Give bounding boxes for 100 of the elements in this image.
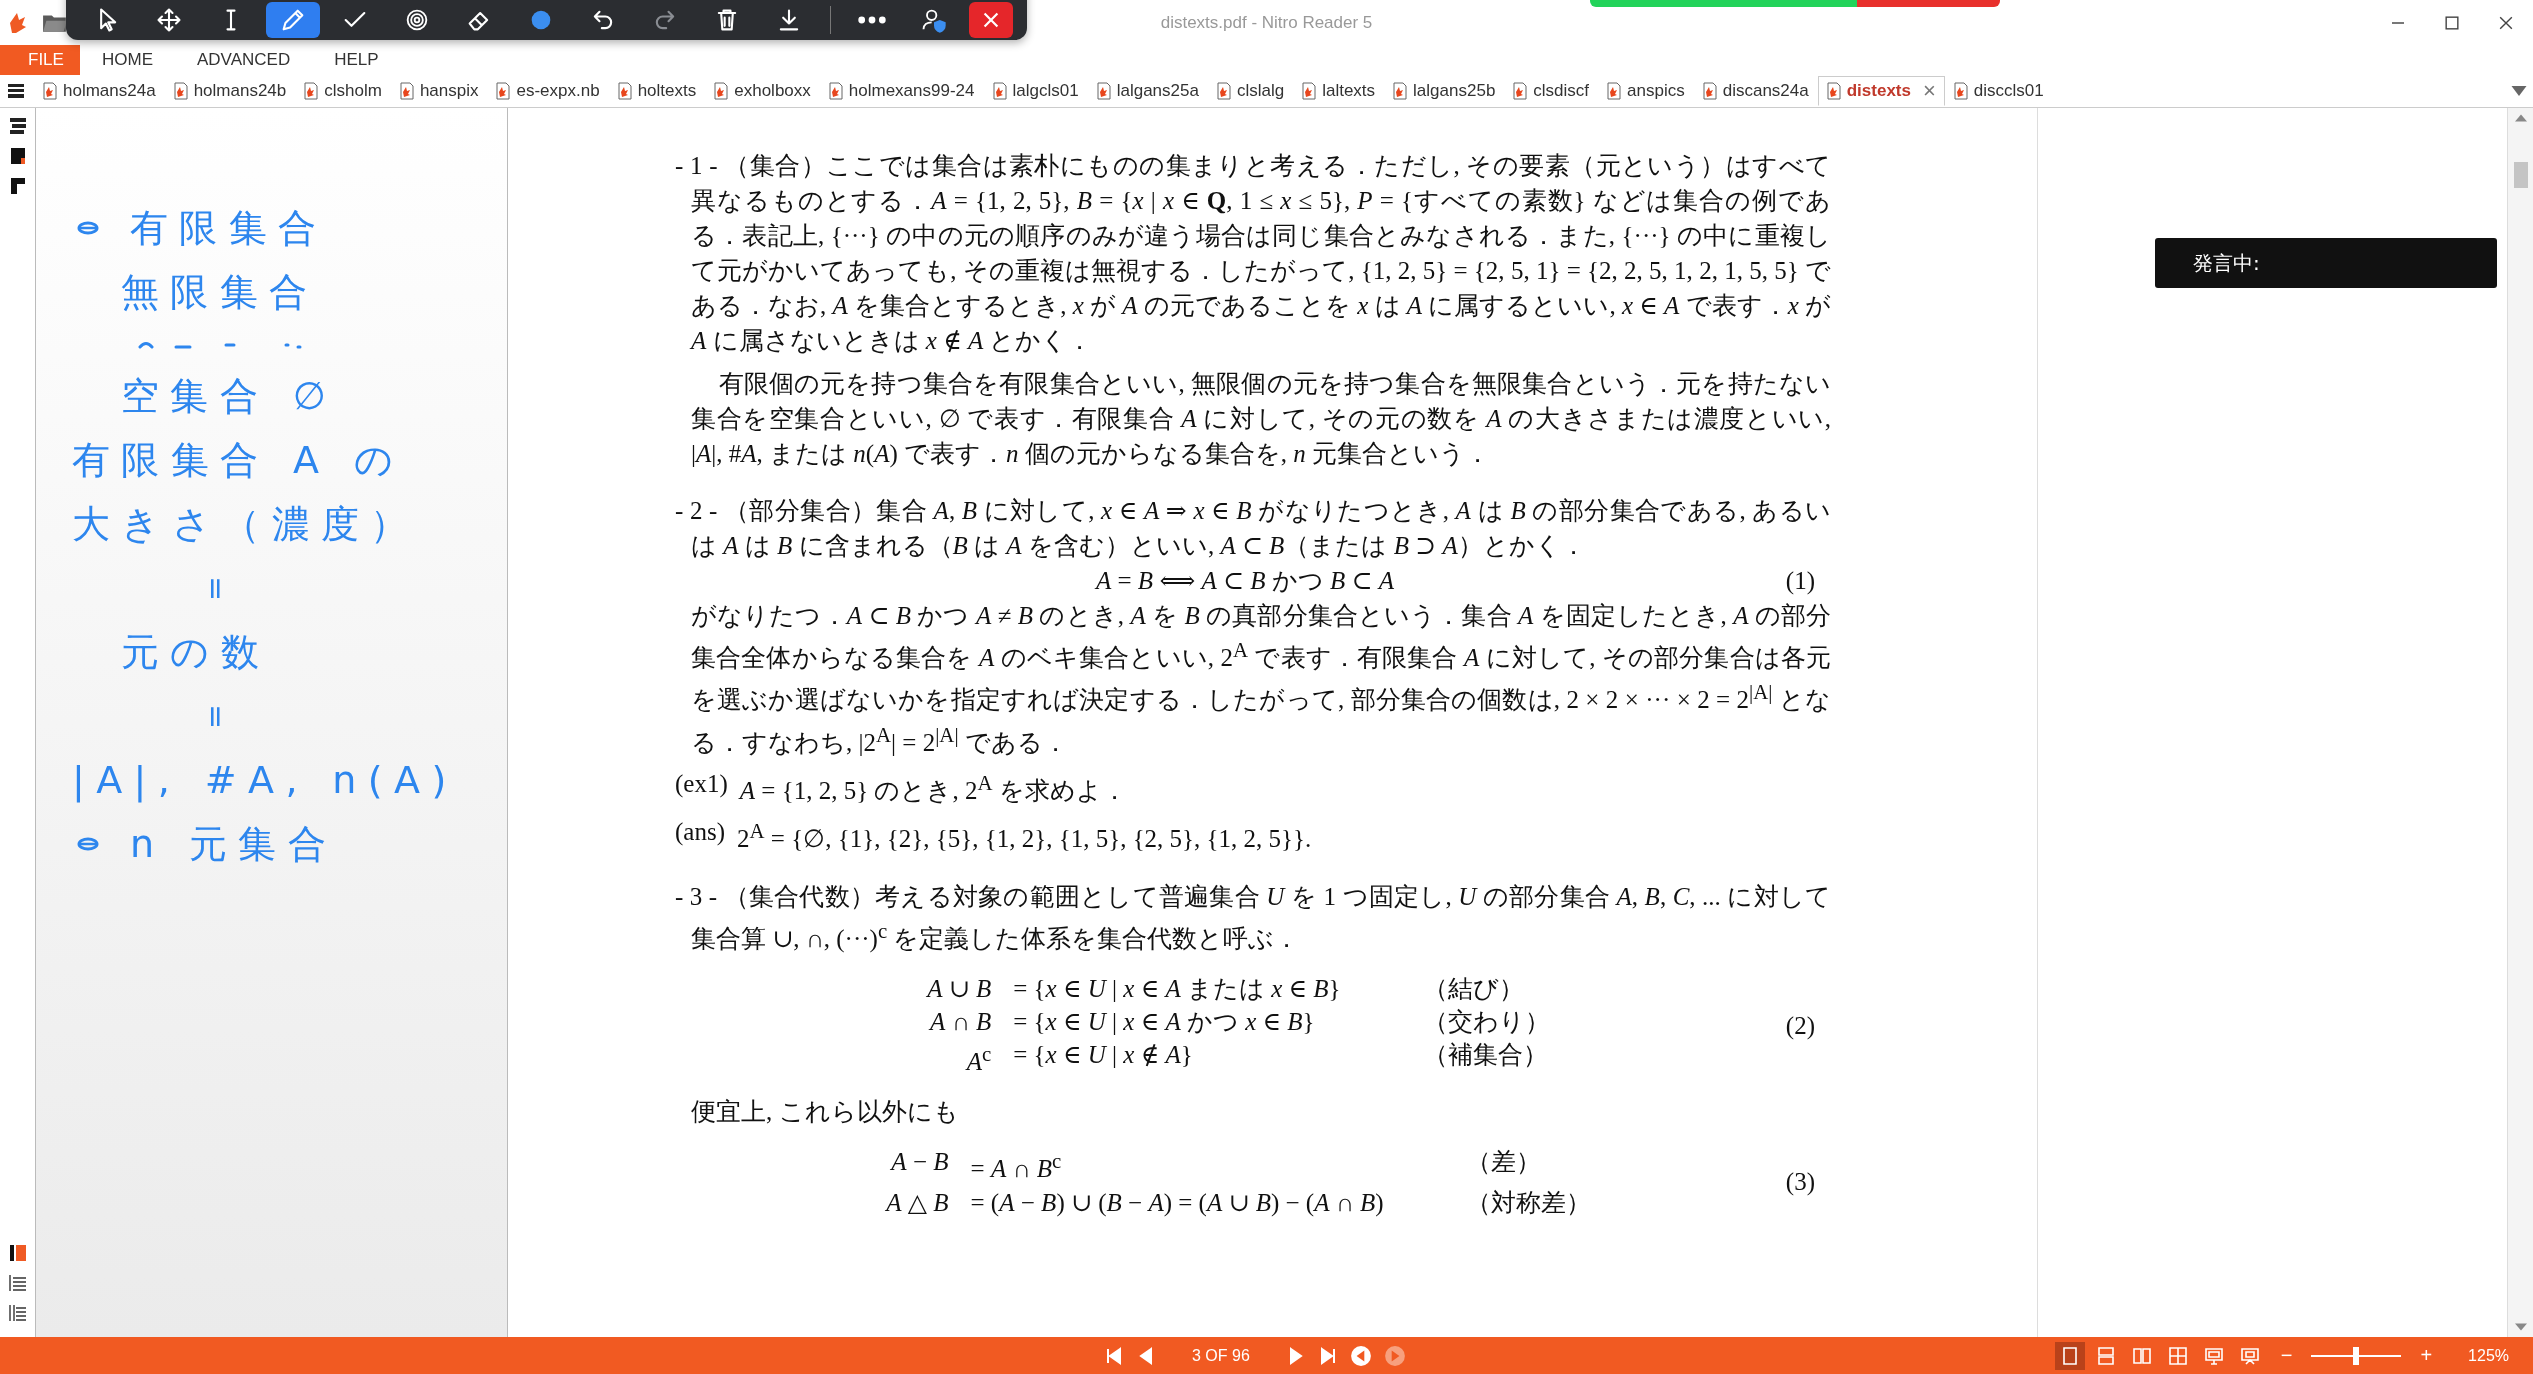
list-icon[interactable] bbox=[7, 1273, 28, 1293]
equation-lhs: A − B bbox=[889, 1147, 949, 1178]
window-title: distexts.pdf - Nitro Reader 5 bbox=[1160, 12, 1373, 33]
columns-view-icon bbox=[2131, 1345, 2152, 1366]
document-tab[interactable]: hanspix bbox=[390, 76, 488, 106]
pdf-file-icon bbox=[43, 82, 57, 100]
handwritten-note: 元の数 bbox=[121, 628, 271, 676]
paragraph: 有限個の元を持つ集合を有限集合といい, 無限個の元を持つ集合を無限集合という．元を持たない集合を空集合といい, ∅ で表す．有限集合 A に対して, その元の数を A の大きさまたは濃度といい, |A|, #A, または n(A) で表す．n 個の元からなる集合を, n 元集合という． bbox=[690, 369, 1831, 470]
pdf-file-icon bbox=[1513, 82, 1528, 100]
menu-item[interactable]: HOME bbox=[80, 45, 175, 75]
equation-lhs: A △ B bbox=[886, 1187, 949, 1218]
pen-tool[interactable] bbox=[266, 2, 320, 38]
equation-note: （交わり） bbox=[1421, 1006, 1550, 1037]
bullet-icon bbox=[76, 220, 100, 236]
tab-stack-icon[interactable] bbox=[6, 81, 26, 101]
document-tab[interactable]: holtexts bbox=[608, 76, 706, 106]
document-tab[interactable]: holmans24b bbox=[164, 76, 296, 106]
handwritten-note: 空集合 ∅ bbox=[121, 372, 338, 420]
document-tab[interactable]: clslalg bbox=[1207, 76, 1294, 106]
document-tab[interactable]: lalgcls01 bbox=[983, 76, 1088, 106]
document-tab[interactable]: anspics bbox=[1598, 76, 1694, 106]
attachment-panel-icon[interactable] bbox=[7, 1243, 28, 1263]
equation-number: (1) bbox=[1785, 566, 1815, 596]
handwritten-note: 無限集合 bbox=[121, 268, 319, 316]
scrollbar[interactable] bbox=[2507, 108, 2533, 1337]
document-tab[interactable]: clsdiscf bbox=[1504, 76, 1599, 106]
handwritten-equals: = bbox=[199, 703, 235, 729]
document-tab[interactable]: lalgans25b bbox=[1384, 76, 1505, 106]
document-tab[interactable]: laltexts bbox=[1293, 76, 1385, 106]
paragraph: がなりたつ．A ⊂ B かつ A ≠ B のとき, A を B の真部分集合という．集合 A を固定したとき, A の部分集合全体からなる集合を A のベキ集合といい, 2$^{A}$ で表す．有限集合 A に対して, その部分集合は各元を選ぶか選ばないかを指定すれば決定する．したがって, 部分集合の個数は, 2 × 2 × ··· × 2 = 2$^{|A|}$ となる．すなわち, |2$^{A}$| = 2$^{|A|}$ である． bbox=[690, 601, 1831, 758]
pdf-file-icon bbox=[1393, 82, 1408, 100]
pdf-file-icon bbox=[304, 82, 319, 100]
example-text: 2$^{A}$ = {∅, {1}, {2}, {5}, {1, 2}, {1, 5}, {2, 5}, {1, 2, 5}}. bbox=[737, 818, 1312, 855]
equation-rhs: = {x ∈ U | x ∈ A かつ x ∈ B} bbox=[1013, 1006, 1316, 1037]
tab-close-button[interactable]: × bbox=[1923, 78, 1936, 104]
pdf-file-icon bbox=[1096, 82, 1111, 100]
close-tool[interactable] bbox=[969, 2, 1013, 38]
pdf-file-icon bbox=[714, 82, 729, 100]
document-tab[interactable]: holmans24a bbox=[34, 76, 165, 106]
equation-note: （補集合） bbox=[1421, 1039, 1549, 1070]
equation-note: （対称差） bbox=[1464, 1187, 1591, 1218]
document-tab[interactable]: es-expx.nb bbox=[487, 76, 609, 106]
outline-icon[interactable] bbox=[7, 1303, 28, 1323]
document-tab[interactable]: discans24a bbox=[1693, 76, 1818, 106]
present-view-icon bbox=[2239, 1345, 2260, 1366]
forward-icon bbox=[1383, 1344, 1406, 1367]
single-view-button[interactable] bbox=[2054, 1341, 2085, 1370]
equation-lhs: A ∩ B bbox=[927, 1006, 992, 1037]
equation-number: (2) bbox=[1785, 1010, 1815, 1041]
maximize-icon bbox=[2445, 15, 2459, 30]
minimize-icon bbox=[2392, 21, 2404, 24]
pdf-file-icon bbox=[399, 82, 414, 100]
pdf-file-icon bbox=[1607, 82, 1622, 100]
screen-view-icon bbox=[2203, 1345, 2224, 1366]
pdf-file-icon bbox=[1826, 82, 1841, 100]
pdf-file-icon bbox=[1953, 82, 1968, 100]
paragraph: 便宜上, これら以外にも bbox=[690, 1097, 960, 1128]
pdf-file-icon bbox=[173, 82, 188, 100]
menu-item[interactable]: HELP bbox=[312, 45, 401, 75]
speaking-indicator: 発言中: bbox=[2155, 238, 2497, 288]
back-icon bbox=[1349, 1344, 1372, 1367]
example-text: A = {1, 2, 5} のとき, 2$^{A}$ を求めよ． bbox=[739, 770, 1127, 807]
pdf-file-icon bbox=[828, 82, 843, 100]
scroll-down-icon[interactable] bbox=[2514, 1323, 2527, 1331]
document-tab[interactable]: lalgans25a bbox=[1087, 76, 1208, 106]
paragraph: - 3 - （集合代数）考える対象の範囲として普遍集合 U を 1 つ固定し, U の部分集合 A, B, C, ... に対して集合算 ∪, ∩, (···)$^{c}$ を定義した体系を集合代数と呼ぶ． bbox=[675, 881, 1831, 955]
equation-rhs: = A ∩ B$^{c}$ bbox=[970, 1148, 1063, 1185]
pdf-file-icon bbox=[496, 82, 511, 100]
document-tab[interactable]: holmexans99-24 bbox=[819, 76, 984, 106]
document-tab[interactable]: disccls01 bbox=[1944, 76, 2053, 106]
zoom-level: 125% bbox=[2468, 1346, 2509, 1365]
equation-lhs: A ∪ B bbox=[927, 973, 992, 1004]
equation-rhs: = (A − B) ∪ (B − A) = (A ∪ B) − (A ∩ B) bbox=[970, 1187, 1384, 1219]
pdf-file-icon bbox=[1702, 82, 1717, 100]
menu-item[interactable]: ADVANCED bbox=[175, 45, 313, 75]
paragraph: - 2 - （部分集合）集合 A, B に対して, x ∈ A ⇒ x ∈ B がなりたつとき, A は B の部分集合である, あるいは A は B に含まれる（B は A を含む）といい, A ⊂ B（または B ⊃ A）とかく． bbox=[675, 496, 1831, 561]
handwritten-note: |A|, #A, n(A) bbox=[72, 758, 458, 802]
handwritten-note: 有限集合 bbox=[130, 204, 328, 252]
example-label: (ans) bbox=[675, 817, 725, 848]
scroll-up-icon[interactable] bbox=[2514, 114, 2527, 122]
scrollbar-thumb[interactable] bbox=[2513, 162, 2528, 188]
pdf-file-icon bbox=[1302, 82, 1317, 100]
equation-note: （結び） bbox=[1421, 973, 1525, 1004]
document-tab[interactable]: clsholm bbox=[295, 76, 391, 106]
grid-view-icon bbox=[2167, 1345, 2188, 1366]
handwritten-note: 大きさ（濃度） bbox=[72, 500, 420, 548]
equation-note: （差） bbox=[1464, 1147, 1542, 1178]
equation-number: (3) bbox=[1785, 1167, 1815, 1198]
pdf-file-icon bbox=[617, 82, 632, 100]
pdf-file-icon bbox=[1216, 82, 1231, 100]
first-icon bbox=[1104, 1345, 1124, 1366]
layers-icon[interactable] bbox=[7, 116, 28, 136]
close-icon bbox=[2499, 15, 2513, 30]
document-tab[interactable]: exholboxx bbox=[705, 76, 820, 106]
move-icon bbox=[155, 6, 183, 34]
dropdown-caret-icon[interactable] bbox=[2511, 86, 2527, 96]
page-indicator: 3 OF 96 bbox=[1192, 1346, 1250, 1365]
equation-rhs: = {x ∈ U | x ∈ A または x ∈ B} bbox=[1013, 973, 1341, 1004]
document-tab[interactable]: distexts × bbox=[1817, 76, 1945, 106]
handwritten-note: 有限集合 A の bbox=[72, 436, 405, 484]
